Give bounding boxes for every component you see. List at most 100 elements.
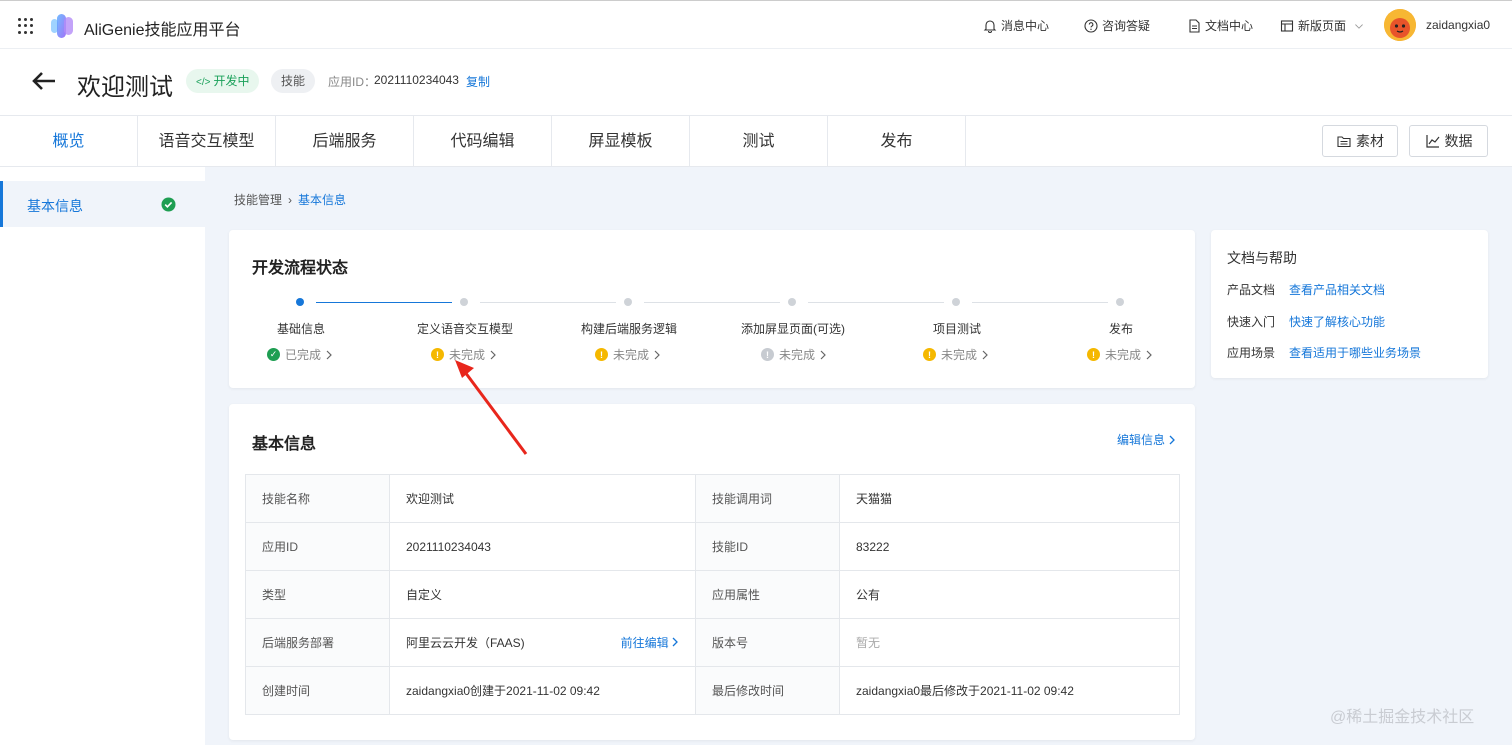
field-label: 技能调用词	[695, 474, 840, 523]
flow-status-card: 开发流程状态 基础信息 定义语音交互模型 构建后端服务逻辑 添加屏显页面(可选)…	[229, 230, 1195, 388]
folder-icon	[1337, 136, 1351, 148]
chevron-right-icon	[672, 637, 678, 647]
edit-info-link[interactable]: 编辑信息	[1117, 431, 1176, 448]
app-grid-icon[interactable]	[18, 18, 34, 34]
field-value: 2021110234043	[389, 522, 696, 571]
field-value: 天猫猫	[839, 474, 1180, 523]
step-status[interactable]: ! 未完成	[1087, 346, 1153, 363]
tab-backend[interactable]: 后端服务	[276, 116, 414, 167]
breadcrumb: 技能管理 › 基本信息	[234, 191, 346, 208]
data-label: 数据	[1444, 133, 1473, 149]
breadcrumb-separator-icon: ›	[288, 192, 293, 207]
app-id-label: 应用ID：	[328, 75, 377, 89]
docs-label: 文档中心	[1205, 19, 1254, 33]
goto-edit-link[interactable]: 前往编辑	[621, 634, 679, 651]
tab-test[interactable]: 测试	[690, 116, 828, 167]
type-badge: 技能	[271, 69, 316, 93]
field-value: zaidangxia0最后修改于2021-11-02 09:42	[839, 666, 1180, 715]
tab-overview[interactable]: 概览	[0, 116, 138, 167]
aligenie-logo	[51, 14, 73, 38]
field-label: 版本号	[695, 618, 840, 667]
consult-link[interactable]: 咨询答疑	[1084, 17, 1150, 34]
step-status[interactable]: ! 未完成	[595, 346, 661, 363]
field-label: 技能名称	[245, 474, 390, 523]
step-status-label: 未完成	[1105, 348, 1142, 362]
bell-icon	[983, 19, 997, 33]
chevron-right-icon	[654, 350, 660, 359]
step-dot	[1116, 298, 1124, 306]
tab-code-edit[interactable]: 代码编辑	[414, 116, 552, 167]
chevron-right-icon	[1169, 435, 1175, 444]
breadcrumb-parent[interactable]: 技能管理	[234, 191, 282, 208]
help-row-link[interactable]: 查看产品相关文档	[1289, 281, 1385, 298]
step-dot	[624, 298, 632, 306]
chevron-right-icon	[326, 350, 332, 359]
warning-circle-icon: !	[595, 348, 608, 361]
help-row-link[interactable]: 查看适用于哪些业务场景	[1289, 344, 1421, 361]
step-status[interactable]: ✓ 已完成	[267, 346, 333, 363]
messages-link[interactable]: 消息中心	[983, 17, 1049, 34]
materials-label: 素材	[1356, 133, 1384, 149]
new-page-dropdown[interactable]: 新版页面	[1280, 17, 1364, 34]
field-value: 83222	[839, 522, 1180, 571]
help-row-label: 快速入门	[1227, 315, 1276, 329]
step-status-label: 已完成	[285, 348, 322, 362]
step-dot	[296, 298, 304, 306]
app-name: 欢迎测试	[77, 74, 173, 101]
chart-icon	[1425, 135, 1439, 148]
tab-screen-template[interactable]: 屏显模板	[552, 116, 690, 167]
step-status[interactable]: ! 未完成	[923, 346, 989, 363]
field-value: 暂无	[839, 618, 1180, 667]
goto-edit-label: 前往编辑	[620, 636, 669, 650]
back-arrow-icon[interactable]	[30, 67, 58, 95]
step-name: 项目测试	[932, 322, 981, 336]
step-dot	[788, 298, 796, 306]
step-status[interactable]: ! 未完成	[761, 346, 827, 363]
annotation-arrow	[455, 360, 528, 455]
docs-link[interactable]: 文档中心	[1187, 17, 1253, 34]
consult-label: 咨询答疑	[1102, 19, 1151, 33]
help-row-label: 应用场景	[1227, 346, 1276, 360]
step-name: 基础信息	[276, 322, 325, 336]
step-connector	[972, 302, 1108, 303]
check-circle-icon	[161, 197, 176, 212]
field-label: 应用ID	[245, 522, 390, 571]
chevron-right-icon	[1146, 350, 1152, 359]
help-row: 快速入门 快速了解核心功能	[1227, 313, 1385, 330]
code-icon: </>	[196, 77, 211, 88]
basic-info-card: 基本信息 编辑信息 技能名称 欢迎测试 技能调用词 天猫猫 应用ID 20211…	[229, 404, 1195, 740]
step-name: 添加屏显页面(可选)	[741, 322, 845, 336]
status-badge: </> 开发中	[186, 69, 260, 93]
field-label: 应用属性	[695, 570, 840, 619]
edit-info-label: 编辑信息	[1117, 433, 1166, 447]
field-value: 阿里云云开发（FAAS)	[406, 636, 525, 650]
table-row: 类型 自定义 应用属性 公有	[245, 570, 1180, 619]
step-connector	[480, 302, 616, 303]
table-row: 后端服务部署 阿里云云开发（FAAS) 前往编辑 版本号 暂无	[245, 618, 1180, 667]
step-connector	[316, 302, 452, 303]
app-title: AliGenie技能应用平台	[84, 22, 241, 39]
username[interactable]: zaidangxia0	[1426, 18, 1490, 32]
field-label: 后端服务部署	[245, 618, 390, 667]
step-status-label: 未完成	[613, 348, 650, 362]
info-circle-icon: !	[761, 348, 774, 361]
tab-publish[interactable]: 发布	[828, 116, 966, 167]
sidebar-item-basic-info[interactable]: 基本信息	[0, 181, 205, 227]
data-button[interactable]: 数据	[1409, 125, 1488, 157]
help-row-link[interactable]: 快速了解核心功能	[1289, 313, 1385, 330]
basic-info-table: 技能名称 欢迎测试 技能调用词 天猫猫 应用ID 2021110234043 技…	[245, 474, 1180, 715]
step-status-label: 未完成	[779, 348, 816, 362]
tab-voice-model[interactable]: 语音交互模型	[138, 116, 276, 167]
avatar[interactable]	[1384, 9, 1416, 41]
watermark: @稀土掘金技术社区	[1330, 709, 1475, 726]
field-label: 最后修改时间	[695, 666, 840, 715]
copy-button[interactable]: 复制	[466, 73, 490, 90]
materials-button[interactable]: 素材	[1322, 125, 1398, 157]
basic-info-title: 基本信息	[252, 436, 317, 453]
field-value: 自定义	[389, 570, 696, 619]
field-value: 欢迎测试	[389, 474, 696, 523]
app-header: 欢迎测试 </> 开发中 技能 应用ID： 2021110234043 复制	[0, 49, 1512, 115]
field-label: 技能ID	[695, 522, 840, 571]
help-row: 产品文档 查看产品相关文档	[1227, 281, 1385, 298]
help-row-label: 产品文档	[1227, 283, 1276, 297]
